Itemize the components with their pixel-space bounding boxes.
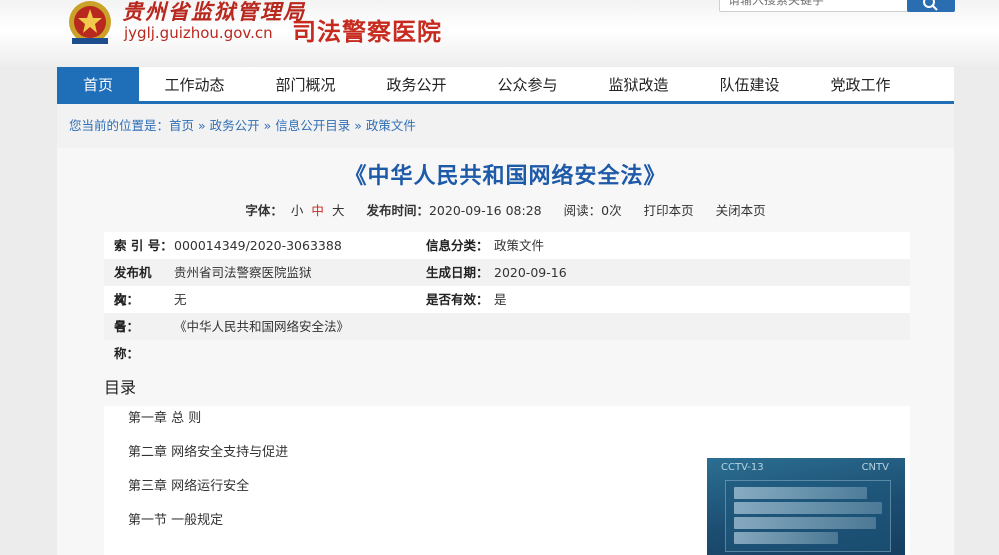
publish-time-value: 2020-09-16 08:28 — [428, 203, 542, 218]
validity-label: 是否有效： — [426, 292, 489, 307]
breadcrumb-separator: » — [350, 118, 366, 133]
toc-heading: 目录 — [104, 376, 910, 404]
validity-value: 是 — [494, 292, 507, 307]
publisher-label: 发布机构： — [114, 265, 152, 307]
main-nav: 首页 工作动态 部门概况 政务公开 公众参与 监狱改造 队伍建设 党政工作 — [57, 67, 954, 104]
article-container: 《中华人民共和国网络安全法》 字体： 小中大 发布时间：2020-09-16 08:… — [57, 148, 954, 555]
table-row: 索 引 号： 000014349/2020-3063388 信息分类： 政策文件 — [104, 232, 910, 259]
created-date-value: 2020-09-16 — [494, 265, 567, 280]
doc-no-value: 无 — [174, 292, 187, 307]
info-table: 索 引 号： 000014349/2020-3063388 信息分类： 政策文件… — [104, 232, 910, 361]
breadcrumb-separator: » — [259, 118, 276, 133]
breadcrumb-separator: » — [194, 118, 210, 133]
font-size-label: 字体： — [245, 203, 283, 218]
breadcrumb-prefix: 您当前的位置是： — [69, 118, 170, 133]
news-video-thumbnail: CCTV-13 CNTV — [707, 458, 905, 555]
search-input[interactable] — [719, 0, 909, 12]
nav-prison-reform[interactable]: 监狱改造 — [583, 67, 694, 101]
views-value: 0次 — [601, 203, 622, 218]
search-button[interactable] — [907, 0, 955, 12]
article-meta: 字体： 小中大 发布时间：2020-09-16 08:28 阅读：0次 打印本页 关闭本页 — [57, 200, 954, 219]
index-no-value: 000014349/2020-3063388 — [174, 238, 342, 253]
network-caption: CNTV — [861, 462, 889, 473]
nav-public-participation[interactable]: 公众参与 — [472, 67, 583, 101]
publish-time-label: 发布时间： — [366, 203, 429, 218]
article-title: 《中华人民共和国网络安全法》 — [344, 164, 667, 189]
table-row: 文 号： 无 是否有效： 是 — [104, 286, 910, 334]
search-icon — [923, 0, 938, 11]
close-page-link[interactable]: 关闭本页 — [716, 203, 766, 218]
font-large-button[interactable]: 大 — [332, 203, 345, 218]
table-row: 名 称： 《中华人民共和国网络安全法》 — [104, 313, 910, 361]
category-label: 信息分类： — [426, 238, 489, 253]
doc-no-label: 文 号： — [114, 292, 152, 334]
thumbnail-text-panel — [725, 480, 891, 552]
publisher-value: 贵州省司法警察医院监狱 — [174, 265, 312, 280]
brand-url: jyglj.guizhou.gov.cn — [124, 24, 273, 42]
nav-home[interactable]: 首页 — [57, 67, 139, 101]
site-header: 贵州省监狱管理局 jyglj.guizhou.gov.cn 司法警察医院 — [0, 0, 999, 66]
nav-gov-affairs[interactable]: 政务公开 — [361, 67, 472, 101]
created-date-label: 生成日期： — [426, 265, 489, 280]
breadcrumb-policy[interactable]: 政策文件 — [366, 118, 416, 133]
channel-caption: CCTV-13 — [721, 462, 764, 473]
nav-party-work[interactable]: 党政工作 — [805, 67, 916, 101]
print-page-link[interactable]: 打印本页 — [644, 203, 694, 218]
list-item: 第一章 总 则 — [128, 411, 202, 426]
category-value: 政策文件 — [494, 238, 545, 253]
breadcrumb-home[interactable]: 首页 — [169, 118, 194, 133]
name-label: 名 称： — [114, 319, 152, 361]
site-subtitle: 司法警察医院 — [292, 18, 442, 46]
views-label: 阅读： — [563, 203, 602, 218]
name-value: 《中华人民共和国网络安全法》 — [174, 319, 350, 334]
breadcrumb-catalog[interactable]: 信息公开目录 — [275, 118, 350, 133]
font-medium-button[interactable]: 中 — [311, 203, 324, 218]
breadcrumb-gov-affairs[interactable]: 政务公开 — [210, 118, 260, 133]
font-small-button[interactable]: 小 — [291, 203, 304, 218]
nav-department[interactable]: 部门概况 — [250, 67, 361, 101]
brand-title: 贵州省监狱管理局 — [122, 0, 306, 24]
index-no-label: 索 引 号： — [114, 238, 173, 253]
police-emblem-icon — [69, 1, 111, 44]
table-row: 发布机构： 贵州省司法警察医院监狱 生成日期： 2020-09-16 — [104, 259, 910, 307]
breadcrumb: 您当前的位置是：首页 » 政务公开 » 信息公开目录 » 政策文件 — [57, 104, 954, 148]
nav-team-building[interactable]: 队伍建设 — [694, 67, 805, 101]
nav-work-news[interactable]: 工作动态 — [139, 67, 250, 101]
